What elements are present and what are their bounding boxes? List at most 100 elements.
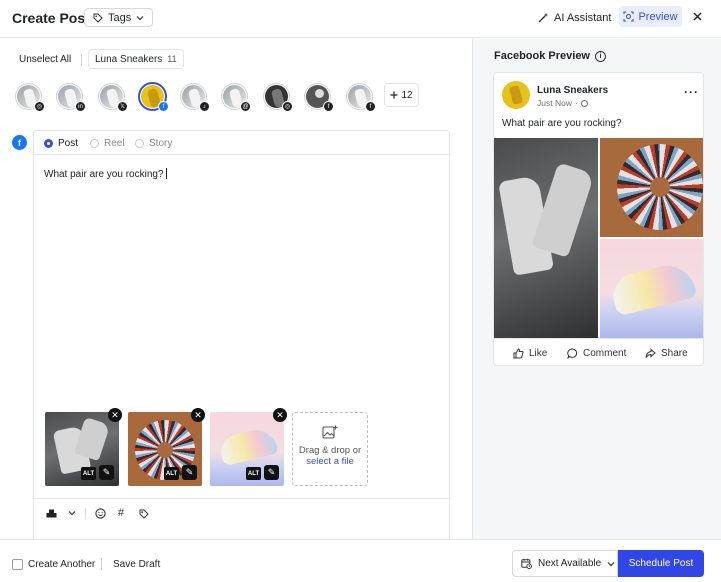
close-icon: ✕ (276, 409, 284, 420)
select-file-link[interactable]: select a file (293, 456, 367, 467)
hashtag-button[interactable]: # (115, 507, 127, 519)
remove-media-button[interactable]: ✕ (273, 408, 287, 422)
next-available-label: Next Available (538, 558, 602, 569)
preview-image (600, 239, 703, 338)
header: Create Post Tags AI Assistant Preview (0, 0, 721, 38)
media-thumbnail[interactable]: ALT ✎ (210, 412, 284, 486)
account-avatar-tiktok[interactable]: ♪ (180, 83, 210, 112)
divider (101, 558, 102, 570)
ai-tag-button[interactable] (137, 507, 149, 519)
remove-media-button[interactable]: ✕ (108, 408, 122, 422)
alt-text-button[interactable]: ALT (246, 467, 261, 480)
comment-icon (567, 348, 578, 359)
plus-icon (390, 91, 398, 99)
close-icon: ✕ (194, 409, 202, 420)
text-cursor (165, 168, 167, 179)
share-action: Share (645, 348, 688, 359)
edit-media-button[interactable]: ✎ (264, 465, 279, 480)
info-icon[interactable]: i (595, 50, 606, 62)
emoji-button[interactable] (94, 507, 106, 519)
thumbs-up-icon (513, 348, 524, 359)
editor-toolbar: # (34, 498, 449, 526)
preview-actions: Like Comment Share (494, 338, 703, 365)
more-accounts-button[interactable]: 12 (384, 83, 419, 107)
edit-media-button[interactable]: ✎ (182, 465, 197, 480)
post-type-label: Post (58, 138, 79, 149)
footer: Create Another Save Draft Next Available… (0, 539, 721, 582)
like-action: Like (513, 348, 547, 359)
linkedin-icon: in (75, 101, 86, 112)
account-avatar-instagram-2[interactable]: ◎ (263, 83, 293, 112)
brand-name: Luna Sneakers (95, 53, 163, 65)
schedule-post-button[interactable]: Schedule Post (618, 550, 704, 577)
comment-action: Comment (567, 348, 626, 359)
facebook-preview-card: Luna Sneakers Just Now · ··· What pair ar… (493, 72, 704, 366)
comment-label: Comment (583, 348, 627, 359)
preview-image (600, 138, 703, 237)
post-text-input[interactable]: What pair are you rocking? (44, 168, 167, 180)
tags-button[interactable]: Tags (84, 8, 154, 27)
avatar (502, 81, 530, 109)
post-type-reel[interactable]: Reel (90, 138, 125, 149)
account-avatar-linkedin[interactable]: in (56, 83, 86, 112)
close-button[interactable] (690, 9, 704, 23)
calendar-clock-icon (521, 558, 532, 569)
preview-button[interactable]: Preview (619, 6, 682, 27)
page-title: Create Post (12, 10, 90, 26)
save-draft-button[interactable]: Save Draft (113, 559, 160, 570)
account-avatar-facebook-2[interactable]: f (304, 83, 334, 112)
ai-assistant-label: AI Assistant (554, 11, 612, 24)
create-another-label[interactable]: Create Another (28, 559, 95, 570)
close-icon (693, 12, 701, 20)
post-type-selector: Post Reel Story (34, 131, 449, 155)
post-editor: Post Reel Story What pair are you rockin… (33, 130, 450, 566)
instagram-icon: ◎ (34, 101, 45, 112)
edit-media-button[interactable]: ✎ (99, 465, 114, 480)
media-dropdown-button[interactable] (66, 507, 78, 519)
pencil-icon: ✎ (267, 467, 276, 477)
post-type-label: Reel (104, 138, 125, 149)
like-label: Like (529, 348, 548, 359)
magic-wand-icon (538, 13, 548, 23)
brand-chip[interactable]: Luna Sneakers 11 (88, 49, 184, 69)
post-time-label: Just Now (537, 98, 572, 108)
preview-panel: Facebook Preview i Luna Sneakers Just No… (472, 39, 721, 539)
alt-text-button[interactable]: ALT (164, 467, 179, 480)
divider (81, 54, 82, 66)
facebook-icon: f (365, 101, 376, 112)
ai-assistant-button[interactable]: AI Assistant (538, 8, 611, 27)
preview-text: What pair are you rocking? (502, 118, 622, 129)
threads-icon: @ (240, 101, 251, 112)
stack-icon (46, 509, 56, 518)
pencil-icon: ✎ (185, 467, 194, 477)
remove-media-button[interactable]: ✕ (191, 408, 205, 422)
next-available-dropdown[interactable]: Next Available (512, 550, 618, 577)
media-library-button[interactable] (45, 507, 57, 519)
tag-icon (93, 13, 103, 23)
magic-tag-icon (139, 509, 149, 519)
post-type-story[interactable]: Story (135, 138, 172, 149)
more-options-icon[interactable]: ··· (684, 85, 699, 99)
media-thumbnail[interactable]: ALT ✎ (45, 412, 119, 486)
preview-image (494, 138, 598, 338)
preview-label: Preview (638, 10, 678, 23)
post-type-post[interactable]: Post (44, 138, 78, 149)
dropzone-text: Drag & drop or (298, 445, 362, 456)
account-avatar-facebook-selected[interactable]: f (138, 82, 169, 112)
account-avatar-instagram[interactable]: ◎ (15, 83, 45, 112)
account-avatar-x[interactable]: 𝕏 (98, 83, 128, 112)
hashtag-icon: # (117, 507, 125, 519)
tags-label: Tags (108, 11, 132, 24)
account-avatar-facebook-3[interactable]: f (346, 83, 376, 112)
composer-panel: Unselect All Luna Sneakers 11 ◎ in 𝕏 f ♪… (0, 39, 472, 566)
account-avatar-threads[interactable]: @ (221, 83, 251, 112)
media-dropzone[interactable]: Drag & drop or select a file (292, 412, 368, 486)
chevron-down-icon (136, 15, 144, 20)
unselect-all-button[interactable]: Unselect All (19, 54, 71, 65)
chevron-down-icon (607, 561, 615, 566)
post-type-label: Story (149, 138, 173, 149)
alt-text-button[interactable]: ALT (81, 467, 96, 480)
add-image-icon (322, 425, 338, 439)
media-thumbnail[interactable]: ALT ✎ (128, 412, 202, 486)
create-another-checkbox[interactable] (12, 559, 23, 570)
